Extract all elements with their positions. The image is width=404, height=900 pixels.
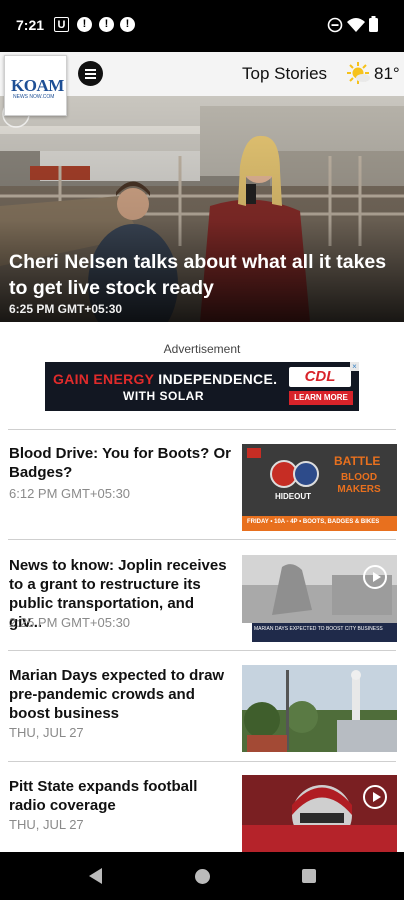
advertisement-banner[interactable]: GAIN ENERGY INDEPENDENCE. WITH SOLAR CDL… (45, 362, 359, 411)
list-item[interactable]: News to know: Joplin receives to a grant… (0, 555, 404, 656)
story-timestamp: 2:25 PM GMT+05:30 (9, 615, 131, 630)
partly-sunny-icon[interactable] (346, 61, 372, 87)
status-time: 7:21 (16, 17, 45, 33)
section-title[interactable]: Top Stories (242, 64, 327, 84)
menu-button[interactable] (78, 61, 103, 86)
story-headline[interactable]: Marian Days expected to draw pre-pandemi… (9, 666, 231, 723)
alert-icon: ! (99, 17, 114, 32)
list-item[interactable]: Marian Days expected to draw pre-pandemi… (0, 665, 404, 766)
back-icon[interactable] (89, 868, 102, 884)
do-not-disturb-icon (327, 17, 343, 33)
system-nav-bar (0, 852, 404, 900)
advertisement-label: Advertisement (163, 342, 241, 356)
logo-text: KOAM (11, 76, 64, 95)
thumb-footer-text: FRIDAY • 10A - 4P • BOOTS, BADGES & BIKE… (247, 519, 380, 525)
temperature[interactable]: 81° (374, 64, 400, 84)
story-timestamp: 6:12 PM GMT+05:30 (9, 486, 131, 501)
koam-logo[interactable]: KOAM NEWS NOW.COM (4, 55, 67, 116)
home-icon[interactable] (195, 869, 210, 884)
ad-headline: GAIN ENERGY INDEPENDENCE. (53, 371, 278, 387)
divider (8, 650, 396, 651)
thumb-text-battle: BATTLE (334, 454, 381, 468)
story-headline[interactable]: Pitt State expands football radio covera… (9, 777, 231, 815)
list-item[interactable]: Blood Drive: You for Boots? Or Badges? 6… (0, 444, 404, 544)
alert-icon: ! (120, 17, 135, 32)
battery-icon (369, 16, 378, 32)
thumb-text-blood-makers: BLOOD MAKERS (337, 472, 381, 495)
story-thumbnail[interactable]: BATTLE BLOOD MAKERS HIDEOUT FRIDAY • 10A… (242, 444, 397, 531)
thumb-text-hideout: HIDEOUT (275, 492, 311, 501)
ad-subline: WITH SOLAR (123, 389, 204, 403)
hero-timestamp: 6:25 PM GMT+05:30 (9, 302, 123, 316)
play-video-icon[interactable] (363, 565, 387, 589)
menu-icon (85, 69, 96, 71)
story-thumbnail[interactable] (242, 775, 397, 852)
wifi-icon (347, 18, 365, 32)
story-thumbnail[interactable] (242, 665, 397, 752)
thumb-ticker: MARIAN DAYS EXPECTED TO BOOST CITY BUSIN… (254, 626, 383, 632)
alert-icon: ! (77, 17, 92, 32)
divider (8, 539, 396, 540)
divider (8, 429, 396, 430)
story-timestamp: THU, JUL 27 (9, 725, 84, 740)
recents-icon[interactable] (302, 869, 316, 883)
u-badge-icon: U (54, 17, 69, 32)
logo-subtext: NEWS NOW.COM (13, 94, 55, 100)
hero-story[interactable]: Cheri Nelsen talks about what all it tak… (0, 96, 404, 322)
status-bar: 7:21 U ! ! ! (0, 0, 404, 52)
story-timestamp: THU, JUL 27 (9, 817, 84, 832)
story-headline[interactable]: Blood Drive: You for Boots? Or Badges? (9, 444, 231, 482)
ad-brand-logo: CDL (289, 367, 351, 387)
story-thumbnail[interactable]: MARIAN DAYS EXPECTED TO BOOST CITY BUSIN… (242, 555, 397, 642)
app-header: KOAM NEWS NOW.COM Top Stories 81° (0, 52, 404, 116)
ad-learn-more-button[interactable]: LEARN MORE (289, 391, 353, 405)
divider (8, 761, 396, 762)
play-video-icon[interactable] (363, 785, 387, 809)
hero-headline[interactable]: Cheri Nelsen talks about what all it tak… (9, 249, 395, 301)
ad-close-icon[interactable]: × (350, 362, 359, 371)
